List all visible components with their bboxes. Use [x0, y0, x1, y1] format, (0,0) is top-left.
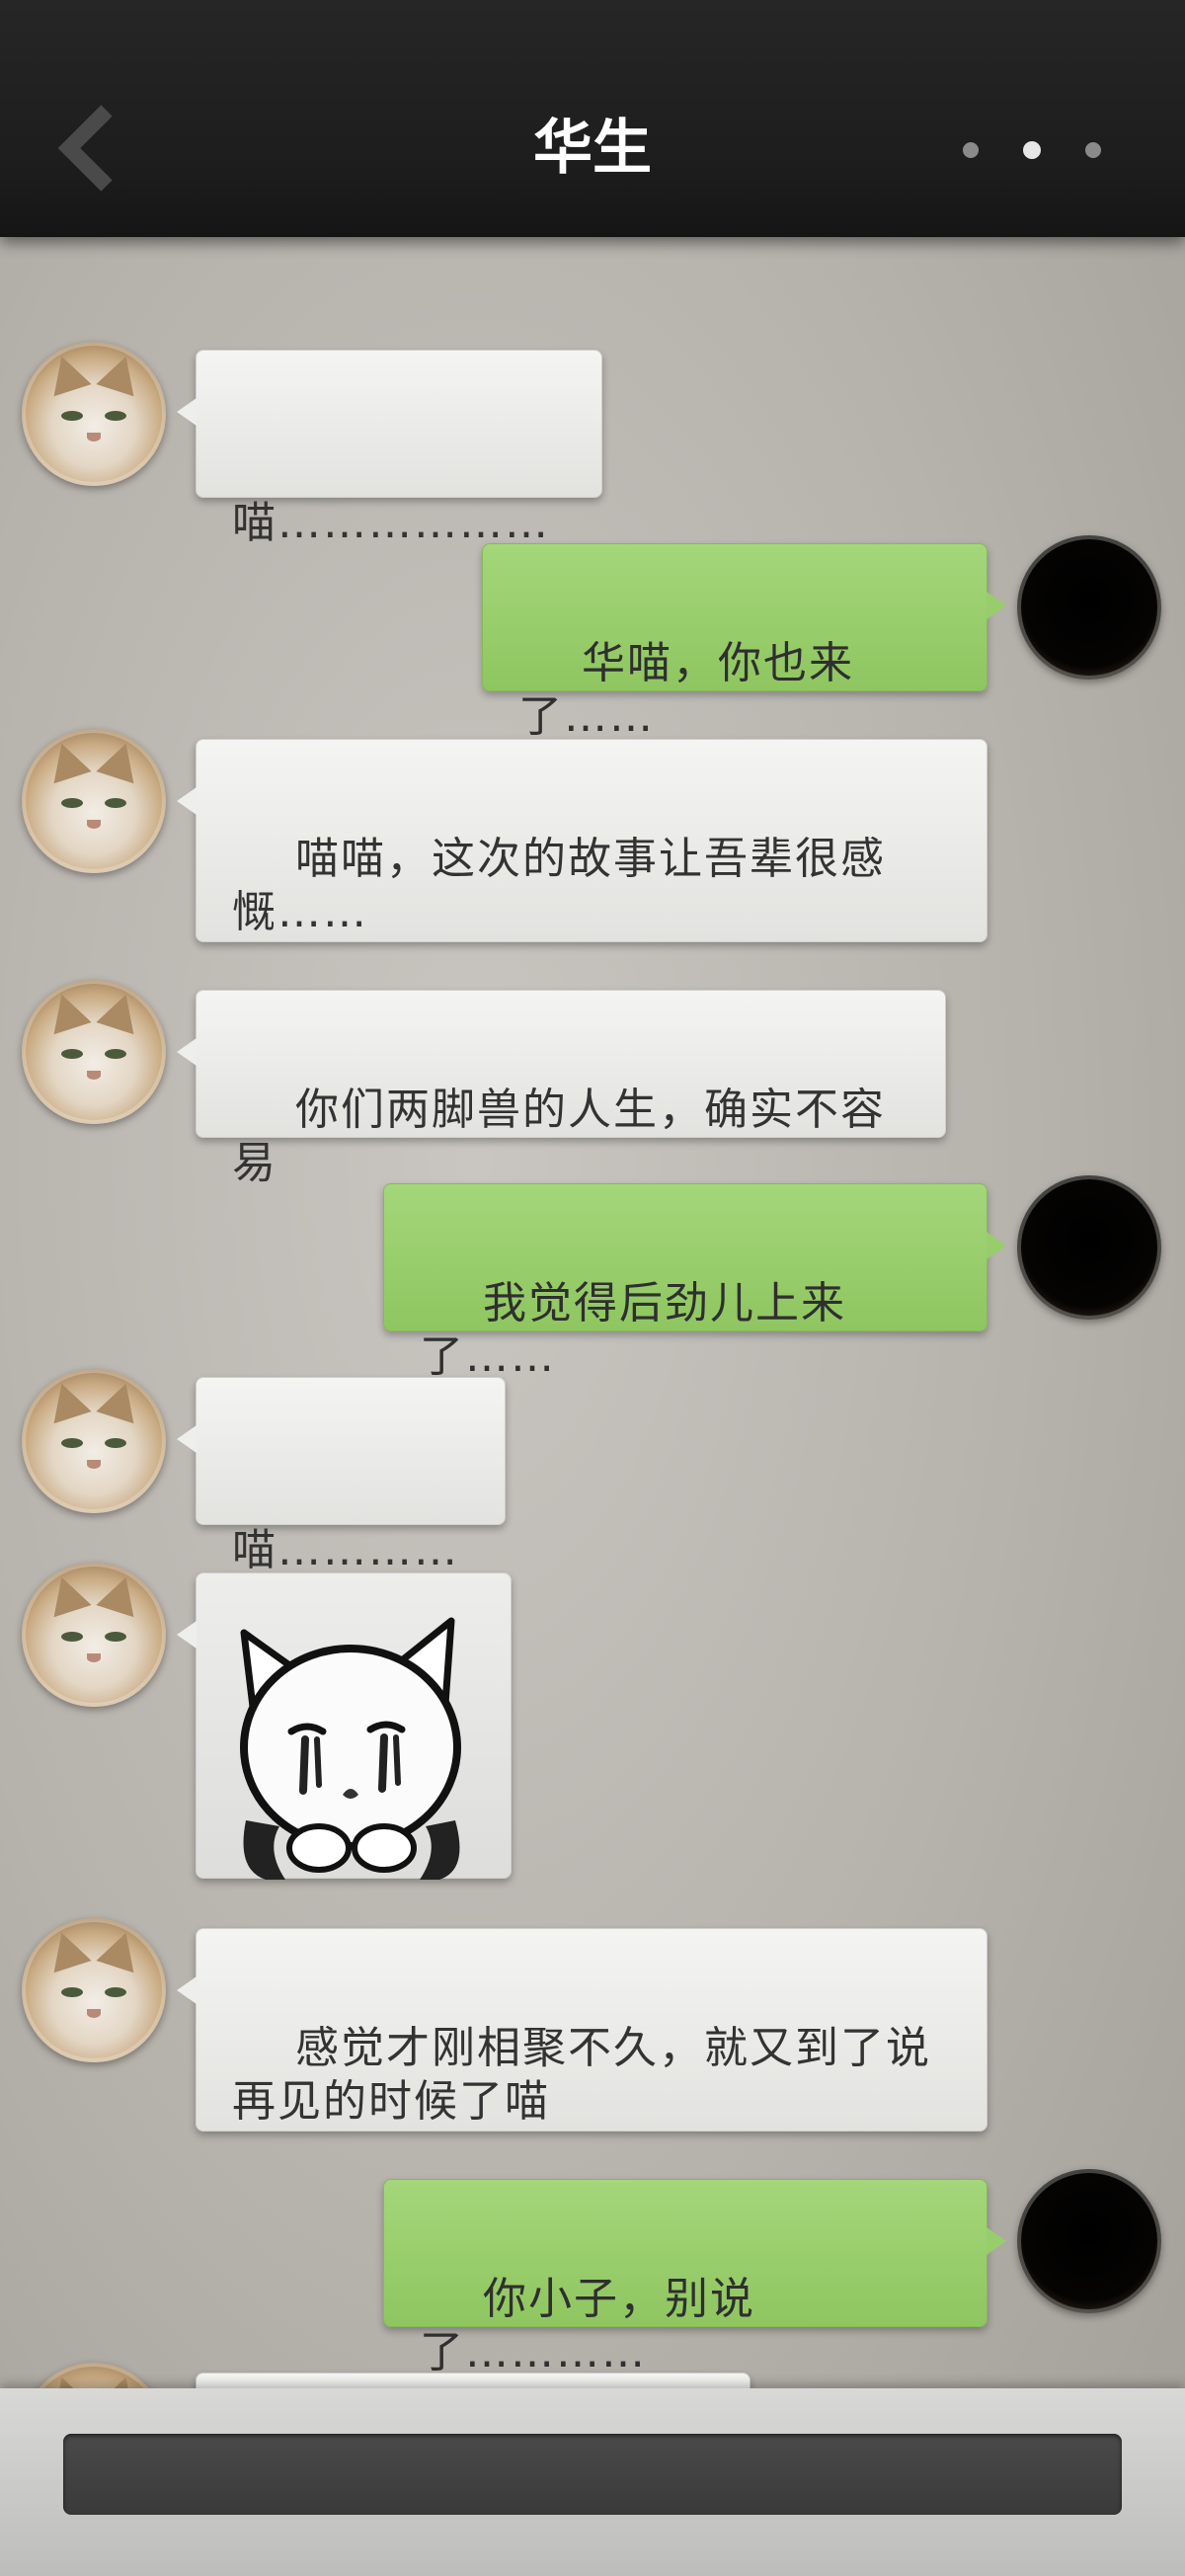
more-dots-icon	[1085, 142, 1101, 158]
message-text: 我觉得后劲儿上来了……	[420, 1278, 846, 1382]
message-text: 喵………………	[232, 498, 550, 548]
cat-avatar[interactable]	[22, 980, 166, 1124]
crying-cat-sticker	[240, 1617, 461, 1880]
message-list[interactable]: 喵……………… 华喵，你也来了…… 喵喵，这次的故事让吾辈很感慨…… 你们两脚兽…	[0, 237, 1185, 2388]
input-bar	[0, 2388, 1185, 2576]
message-bubble-incoming[interactable]: 你们两脚兽的人生，确实不容易	[177, 990, 946, 1188]
dark-avatar[interactable]	[1017, 2169, 1161, 2313]
message-text: 你们两脚兽的人生，确实不容易	[232, 1085, 886, 1188]
more-dots-icon	[1023, 141, 1041, 159]
message-text: 华喵，你也来了……	[518, 638, 854, 742]
message-text: 喵喵，这次的故事让吾辈很感慨……	[232, 834, 886, 937]
message-bubble-incoming[interactable]: 喵…………	[177, 1377, 506, 1575]
cat-avatar[interactable]	[22, 729, 166, 873]
nav-bar: 华生	[0, 0, 1185, 237]
message-text: 喵…………	[232, 1525, 459, 1575]
dark-avatar[interactable]	[1017, 1175, 1161, 1320]
message-bubble-incoming[interactable]: 喵………………	[177, 350, 602, 548]
cat-avatar[interactable]	[22, 2363, 166, 2388]
message-bubble-outgoing[interactable]: 你小子，别说了…………	[383, 2179, 1006, 2377]
message-bubble-incoming[interactable]	[196, 2373, 750, 2388]
more-dots-icon	[963, 142, 979, 158]
message-text: 感觉才刚相聚不久，就又到了说再见的时候了喵	[232, 2023, 931, 2127]
more-button[interactable]	[963, 123, 1101, 177]
cat-avatar[interactable]	[22, 1563, 166, 1707]
message-input[interactable]	[63, 2434, 1122, 2515]
message-bubble-incoming[interactable]: 喵喵，这次的故事让吾辈很感慨……	[177, 739, 988, 942]
message-bubble-outgoing[interactable]: 华喵，你也来了……	[482, 543, 1006, 742]
dark-avatar[interactable]	[1017, 535, 1161, 680]
cat-avatar[interactable]	[22, 1369, 166, 1513]
cat-avatar[interactable]	[22, 1918, 166, 2062]
cat-avatar[interactable]	[22, 342, 166, 486]
message-bubble-outgoing[interactable]: 我觉得后劲儿上来了……	[383, 1183, 1006, 1382]
sticker-message[interactable]	[177, 1572, 512, 1880]
message-text: 你小子，别说了…………	[420, 2274, 755, 2377]
message-bubble-incoming[interactable]: 感觉才刚相聚不久，就又到了说再见的时候了喵	[177, 1928, 988, 2132]
